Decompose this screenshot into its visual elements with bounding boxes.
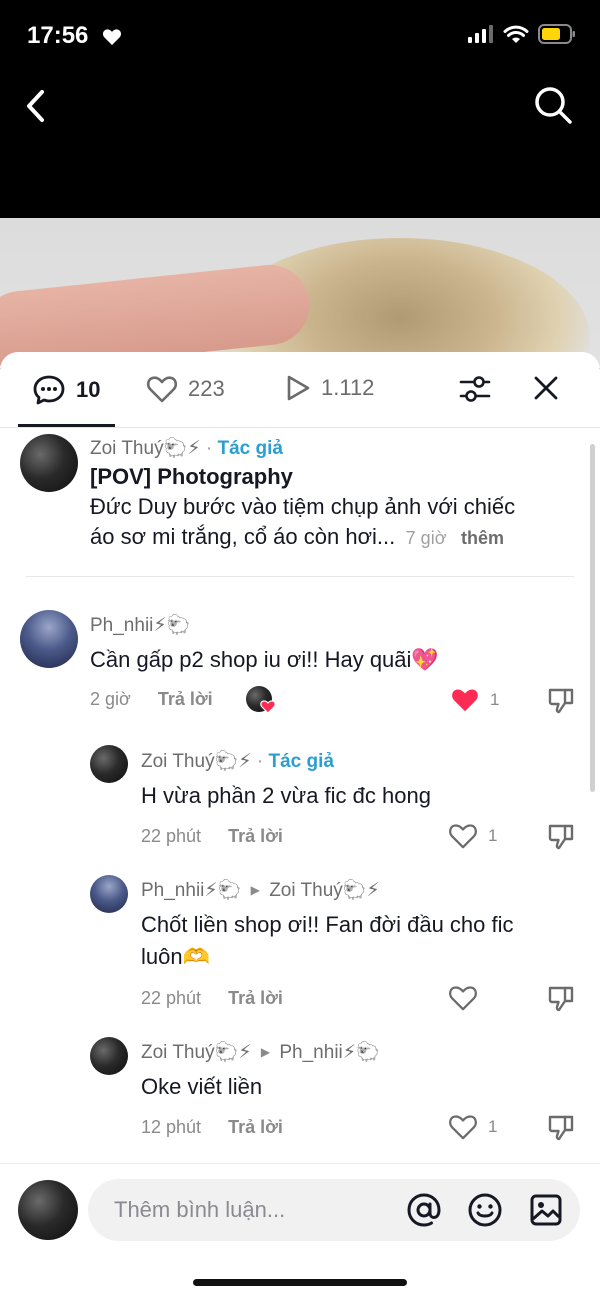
heart-outline-icon (449, 824, 477, 849)
avatar[interactable] (90, 1037, 128, 1075)
post-body-line2-row: áo sơ mi trắng, cổ áo còn hơi... 7 giờ t… (90, 522, 504, 552)
comment-time: 22 phút (141, 826, 202, 846)
like-button[interactable]: 1 (448, 1113, 497, 1141)
image-icon[interactable] (528, 1192, 564, 1228)
comment-meta: 2 giờ Trả lời (90, 689, 213, 710)
comment-tabs: 10 223 1.112 (0, 352, 600, 428)
tab-likes[interactable]: 223 (146, 374, 225, 404)
heart-outline-icon (449, 986, 477, 1011)
home-indicator (193, 1279, 407, 1286)
top-nav (0, 76, 600, 136)
status-bar: 17:56 (0, 0, 600, 76)
author-badge: Tác giả (217, 438, 283, 459)
comment-input-placeholder: Thêm bình luận... (114, 1197, 286, 1222)
active-tab-indicator (18, 424, 115, 427)
post-author-name[interactable]: Zoi Thuý🐑⚡ (90, 438, 201, 459)
reply-author-line: Ph_nhii⚡🐑 ▶ Zoi Thuý🐑⚡ (141, 878, 380, 902)
avatar[interactable] (20, 434, 78, 492)
like-count: 1 (488, 826, 498, 845)
avatar[interactable] (20, 610, 78, 668)
see-more-link[interactable]: thêm (461, 528, 504, 548)
signal-icon (468, 25, 493, 43)
post-body-line1: Đức Duy bước vào tiệm chụp ảnh với chiếc (90, 494, 516, 519)
comment-username[interactable]: Zoi Thuý🐑⚡ (141, 751, 252, 772)
play-icon (287, 375, 310, 401)
emoji-icon[interactable] (467, 1192, 503, 1228)
search-icon[interactable] (532, 84, 574, 126)
post-time: 7 giờ (405, 528, 447, 548)
comment-input-bar: Thêm bình luận... (0, 1163, 600, 1299)
avatar[interactable] (90, 745, 128, 783)
comment-text: Cần gấp p2 shop iu ơi!! Hay quãi💖 (90, 647, 439, 672)
comment-username[interactable]: Ph_nhii⚡🐑 (141, 880, 241, 901)
dislike-icon[interactable] (546, 822, 576, 852)
reply-button[interactable]: Trả lời (228, 988, 283, 1008)
divider (26, 576, 574, 577)
comment-time: 12 phút (141, 1117, 202, 1137)
battery-icon (538, 24, 575, 44)
like-count: 1 (488, 1117, 498, 1136)
reply-to-username[interactable]: Ph_nhii⚡🐑 (279, 1042, 379, 1063)
heart-icon (102, 29, 122, 45)
comment-icon (33, 375, 65, 405)
comment-meta: 22 phút Trả lời (141, 826, 283, 847)
tab-views[interactable]: 1.112 (285, 374, 374, 402)
comments-count: 10 (76, 377, 101, 402)
close-icon[interactable] (532, 374, 560, 402)
scrollbar[interactable] (590, 444, 595, 792)
back-icon[interactable] (20, 86, 56, 126)
dislike-icon[interactable] (546, 686, 576, 716)
reply-author-line: Zoi Thuý🐑⚡ ▶ Ph_nhii⚡🐑 (141, 1040, 380, 1064)
dislike-icon[interactable] (546, 1113, 576, 1143)
heart-outline-icon (449, 1115, 477, 1140)
reply-button[interactable]: Trả lời (228, 826, 283, 846)
post-author-line: Zoi Thuý🐑⚡ · Tác giả (90, 436, 283, 460)
filter-icon[interactable] (458, 372, 492, 406)
status-time: 17:56 (27, 22, 89, 49)
comment-text: Oke viết liền (141, 1074, 263, 1099)
comment-meta: 12 phút Trả lời (141, 1117, 283, 1138)
reply-arrow-icon: ▶ (250, 883, 260, 897)
separator-dot: · (205, 438, 218, 459)
comment-text-line2: luôn🫶 (141, 944, 210, 969)
reply-button[interactable]: Trả lời (158, 689, 213, 709)
creator-liked-heart-icon (260, 700, 276, 714)
post-title: [POV] Photography (90, 464, 293, 489)
tab-comments[interactable]: 10 (32, 374, 100, 406)
reply-arrow-icon: ▶ (260, 1045, 271, 1059)
separator-dot: · (256, 751, 269, 772)
at-icon[interactable] (406, 1192, 442, 1228)
views-count: 1.112 (321, 375, 375, 400)
post-body-line2: áo sơ mi trắng, cổ áo còn hơi... (90, 524, 396, 549)
author-badge: Tác giả (268, 751, 334, 772)
like-button[interactable]: 1 (450, 686, 499, 714)
reply-author-line: Zoi Thuý🐑⚡ · Tác giả (141, 749, 334, 773)
reply-button[interactable]: Trả lời (228, 1117, 283, 1137)
wifi-icon (503, 25, 529, 43)
avatar[interactable] (90, 875, 128, 913)
video-frame (0, 218, 600, 368)
comment-time: 2 giờ (90, 689, 131, 709)
my-avatar[interactable] (18, 1180, 78, 1240)
comment-username[interactable]: Zoi Thuý🐑⚡ (141, 1042, 252, 1063)
comment-username[interactable]: Ph_nhii⚡🐑 (90, 613, 190, 637)
heart-outline-icon (146, 376, 178, 403)
comment-time: 22 phút (141, 988, 202, 1008)
reply-to-username[interactable]: Zoi Thuý🐑⚡ (269, 880, 380, 901)
like-button[interactable]: 1 (448, 822, 497, 850)
comment-meta: 22 phút Trả lời (141, 988, 283, 1009)
comment-text-line1: Chốt liền shop ơi!! Fan đời đầu cho fic (141, 912, 514, 937)
like-button[interactable] (448, 984, 478, 1012)
like-count: 1 (490, 690, 500, 709)
dislike-icon[interactable] (546, 984, 576, 1014)
comment-text: H vừa phần 2 vừa fic đc hong (141, 783, 431, 808)
status-icons (468, 24, 576, 44)
comment-sheet: 10 223 1.112 Zoi Thuý🐑⚡ · Tác giả [POV] … (0, 352, 600, 1299)
comment-input[interactable]: Thêm bình luận... (88, 1179, 580, 1241)
likes-count: 223 (188, 376, 225, 401)
heart-filled-icon (452, 689, 478, 712)
